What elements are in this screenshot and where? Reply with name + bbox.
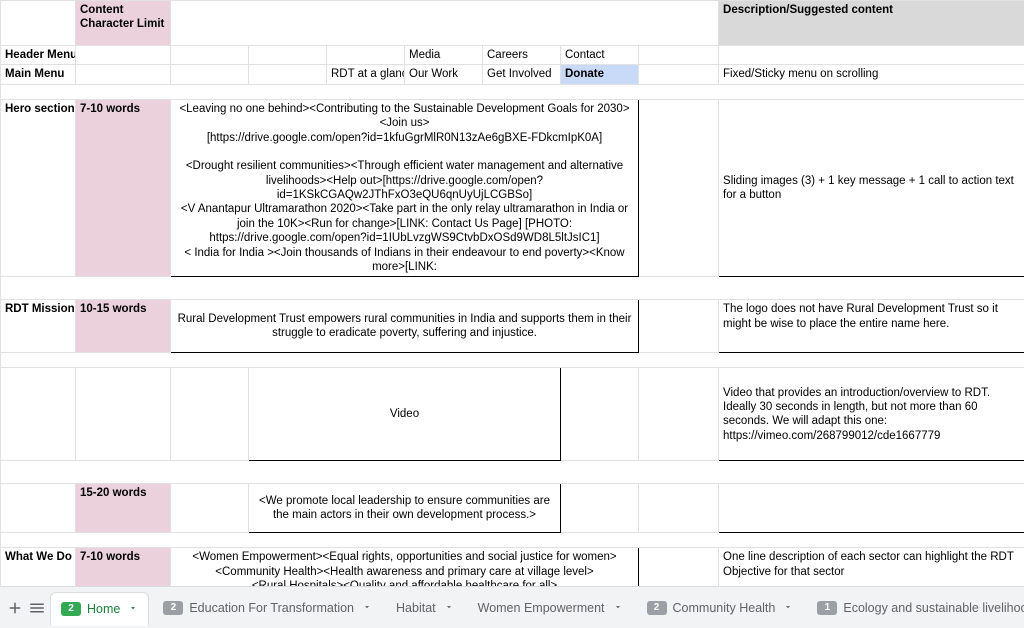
chevron-down-icon: [128, 602, 138, 616]
sheet-grid[interactable]: Content Character Limit Description/Sugg…: [0, 0, 1024, 586]
tab-badge: 2: [61, 602, 81, 616]
whatwedo-limit[interactable]: 7-10 words: [76, 548, 171, 586]
row-mission-label[interactable]: RDT Mission: [1, 300, 76, 353]
chevron-down-icon: [444, 601, 454, 615]
sheet-tab-habitat[interactable]: Habitat: [386, 592, 464, 624]
video-cell[interactable]: Video: [249, 368, 561, 461]
all-sheets-button[interactable]: [28, 594, 46, 622]
col-header-content-limit[interactable]: Content Character Limit: [76, 1, 171, 46]
sheet-tab-ecology[interactable]: 1 Ecology and sustainable livelihoods: [807, 592, 1024, 624]
tab-label: Women Empowerment: [478, 601, 605, 615]
sheet-tab-community-health[interactable]: 2 Community Health: [637, 592, 804, 624]
whatwedo-content[interactable]: <Women Empowerment><Equal rights, opport…: [171, 548, 639, 586]
sheet-tab-bar: 2 Home 2 Education For Transformation Ha…: [0, 586, 1024, 628]
mission-desc[interactable]: The logo does not have Rural Development…: [719, 300, 1024, 353]
header-menu-careers[interactable]: Careers: [483, 46, 561, 65]
chevron-down-icon: [783, 601, 793, 615]
plus-icon: [6, 599, 24, 617]
mission-content[interactable]: Rural Development Trust empowers rural c…: [171, 300, 639, 353]
sheet-tab-home[interactable]: 2 Home: [50, 592, 149, 626]
header-menu-contact[interactable]: Contact: [561, 46, 639, 65]
row-whatwedo-label[interactable]: What We Do: [1, 548, 76, 586]
main-menu-item-donate[interactable]: Donate: [561, 65, 639, 84]
add-sheet-button[interactable]: [6, 594, 24, 622]
chevron-down-icon: [362, 601, 372, 615]
menu-icon: [28, 599, 46, 617]
leadership-content[interactable]: <We promote local leadership to ensure c…: [249, 484, 561, 533]
tab-label: Education For Transformation: [189, 601, 354, 615]
main-menu-item-getinvolved[interactable]: Get Involved: [483, 65, 561, 84]
mission-limit[interactable]: 10-15 words: [76, 300, 171, 353]
main-menu-desc[interactable]: Fixed/Sticky menu on scrolling: [719, 65, 1024, 84]
grid-area[interactable]: Content Character Limit Description/Sugg…: [0, 0, 1024, 586]
sheet-tab-women-empowerment[interactable]: Women Empowerment: [468, 592, 633, 624]
tab-badge: 1: [817, 601, 837, 615]
video-desc[interactable]: Video that provides an introduction/over…: [719, 368, 1024, 461]
tab-badge: 2: [647, 601, 667, 615]
row-hero-label[interactable]: Hero section: [1, 99, 76, 277]
row-main-menu-label[interactable]: Main Menu: [1, 65, 76, 84]
header-menu-media[interactable]: Media: [405, 46, 483, 65]
hero-desc[interactable]: Sliding images (3) + 1 key message + 1 c…: [719, 99, 1024, 277]
spreadsheet-window: Content Character Limit Description/Sugg…: [0, 0, 1024, 628]
tab-label: Home: [87, 602, 120, 616]
whatwedo-desc[interactable]: One line description of each sector can …: [719, 548, 1024, 586]
hero-limit[interactable]: 7-10 words: [76, 99, 171, 277]
chevron-down-icon: [613, 601, 623, 615]
tab-label: Community Health: [673, 601, 776, 615]
main-menu-item-ourwork[interactable]: Our Work: [405, 65, 483, 84]
tab-label: Ecology and sustainable livelihoods: [843, 601, 1024, 615]
col-header-description[interactable]: Description/Suggested content: [719, 1, 1024, 46]
leadership-limit[interactable]: 15-20 words: [76, 484, 171, 533]
hero-content[interactable]: <Leaving no one behind><Contributing to …: [171, 99, 639, 277]
tab-label: Habitat: [396, 601, 436, 615]
sheet-tab-education[interactable]: 2 Education For Transformation: [153, 592, 382, 624]
tab-badge: 2: [163, 601, 183, 615]
main-menu-item-rdt[interactable]: RDT at a glance: [327, 65, 405, 84]
row-header-menu-label[interactable]: Header Menu: [1, 46, 76, 65]
